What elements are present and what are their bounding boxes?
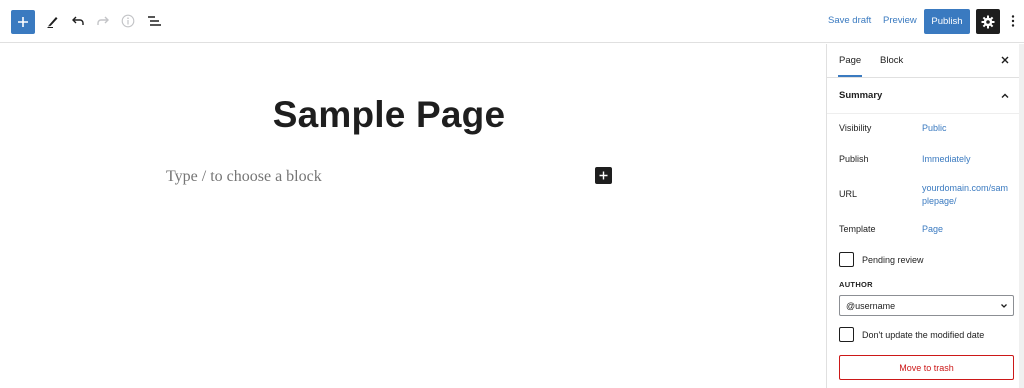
undo-button[interactable] — [70, 12, 86, 30]
publish-button[interactable]: Publish — [924, 9, 970, 34]
pencil-icon — [47, 17, 58, 28]
more-vertical-icon — [1011, 15, 1015, 27]
chevron-down-icon — [1001, 304, 1007, 308]
details-button[interactable] — [120, 12, 136, 30]
save-draft-button[interactable]: Save draft — [828, 15, 871, 26]
sidebar-scrollbar[interactable] — [1019, 44, 1024, 388]
collapse-toggle[interactable] — [999, 90, 1011, 102]
template-label: Template — [839, 224, 876, 234]
author-label: AUTHOR — [839, 280, 873, 289]
pending-review-checkbox[interactable] — [839, 252, 854, 267]
inline-add-block-button[interactable] — [595, 167, 612, 184]
block-placeholder[interactable]: Type / to choose a block — [166, 168, 322, 186]
gear-icon — [981, 15, 995, 28]
tools-button[interactable] — [45, 12, 61, 30]
template-value[interactable]: Page — [922, 223, 1010, 236]
tab-page[interactable]: Page — [837, 55, 863, 77]
settings-sidebar: Page Block Summary Visibility Public Pub… — [826, 44, 1024, 388]
visibility-label: Visibility — [839, 123, 872, 133]
chevron-up-icon — [1001, 93, 1009, 98]
add-block-button[interactable] — [11, 10, 35, 34]
author-select-value: @username — [846, 300, 896, 311]
redo-button[interactable] — [95, 12, 111, 30]
tab-block[interactable]: Block — [880, 55, 903, 66]
move-to-trash-button[interactable]: Move to trash — [839, 355, 1014, 380]
preview-button[interactable]: Preview — [883, 15, 917, 26]
sidebar-tabs: Page Block — [827, 44, 1024, 78]
list-view-icon — [148, 16, 161, 26]
undo-icon — [72, 16, 84, 25]
url-label: URL — [839, 189, 858, 199]
editor-canvas: Sample Page Type / to choose a block — [0, 44, 826, 388]
options-button[interactable] — [1008, 12, 1018, 30]
url-value[interactable]: yourdomain.com/samplepage/ — [922, 182, 1010, 208]
redo-icon — [97, 16, 109, 25]
plus-icon — [18, 17, 28, 27]
dont-update-date-label: Don't update the modified date — [862, 330, 985, 340]
settings-button[interactable] — [976, 9, 1000, 34]
list-view-button[interactable] — [145, 12, 163, 30]
publish-label: Publish — [839, 154, 869, 164]
page-title[interactable]: Sample Page — [0, 94, 778, 136]
summary-title: Summary — [839, 90, 883, 101]
plus-icon — [599, 171, 608, 180]
summary-panel-header[interactable]: Summary — [827, 78, 1024, 114]
visibility-value[interactable]: Public — [922, 122, 1010, 135]
dont-update-date-checkbox[interactable] — [839, 327, 854, 342]
author-select[interactable]: @username — [839, 295, 1014, 316]
close-sidebar-button[interactable] — [999, 54, 1011, 66]
publish-date-value[interactable]: Immediately — [922, 153, 1010, 166]
info-icon — [121, 14, 135, 28]
close-icon — [1001, 56, 1009, 64]
pending-review-label: Pending review — [862, 255, 924, 265]
editor-toolbar: Save draft Preview Publish — [0, 0, 1024, 43]
